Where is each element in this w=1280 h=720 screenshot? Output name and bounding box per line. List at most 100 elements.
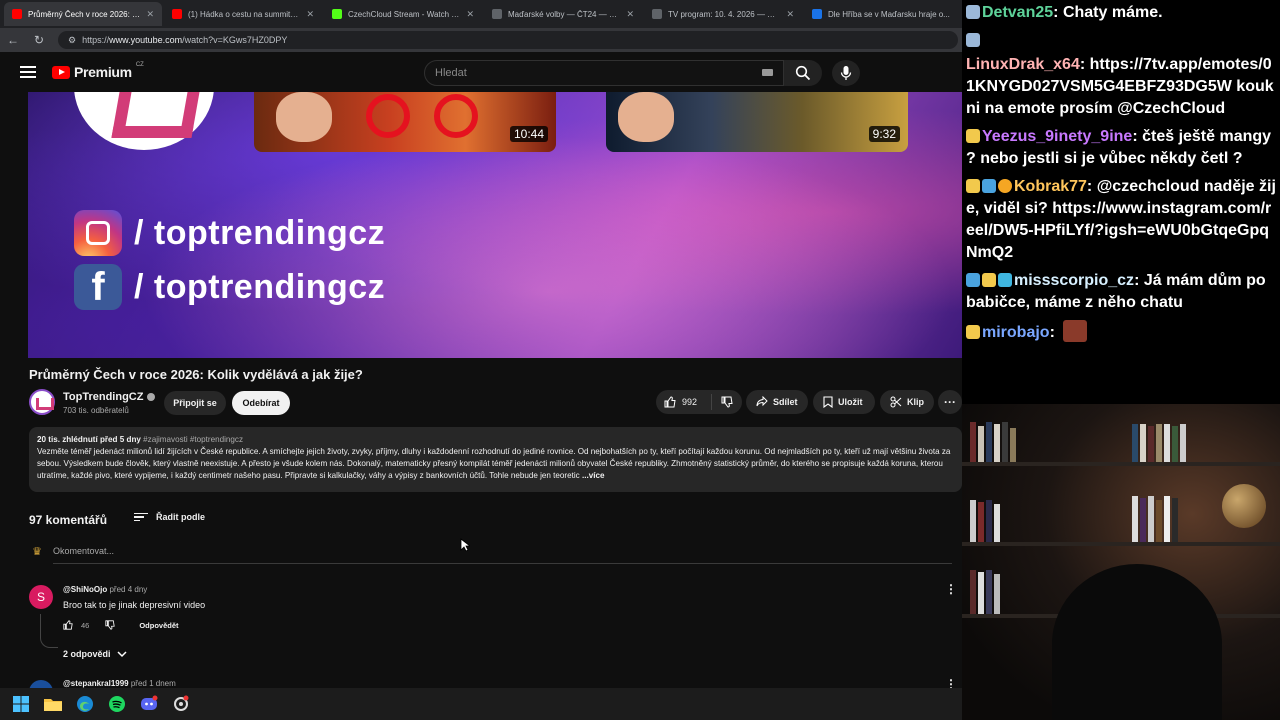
channel-logo-image xyxy=(74,92,214,150)
thumbs-up-icon xyxy=(664,396,676,408)
chat-badge-icon xyxy=(966,325,980,339)
browser-tab-3[interactable]: CzechCloud Stream - Watch Live on Kick ✕ xyxy=(324,2,482,26)
more-actions-button[interactable]: ··· xyxy=(938,390,962,414)
hashtags[interactable]: #zajimavosti #toptrendingcz xyxy=(143,435,243,444)
video-duration: 9:32 xyxy=(868,126,900,142)
close-tab-icon[interactable]: ✕ xyxy=(786,9,794,20)
channel-avatar[interactable] xyxy=(29,389,55,415)
url-field[interactable]: ⚙ https://www.youtube.com/watch?v=KGws7H… xyxy=(58,31,958,49)
subscribe-button[interactable]: Odebírat xyxy=(232,391,290,415)
back-arrow-icon[interactable]: ← xyxy=(6,33,20,47)
description-text: Vezměte téměř jedenáct milionů lidí žijí… xyxy=(37,447,951,480)
comment-like-count: 46 xyxy=(81,620,90,630)
join-button[interactable]: Připojit se xyxy=(164,391,226,415)
chat-message: Yeezus_9inety_9ine: čteš ještě mangy ? n… xyxy=(966,128,1272,167)
browser-tab-2[interactable]: (1) Hádka o cestu na summit NATO ✕ xyxy=(164,2,322,26)
tab-title: (1) Hádka o cestu na summit NATO xyxy=(188,9,300,19)
chat-badge-icon xyxy=(966,5,980,19)
suggested-video-thumbnail-1[interactable]: 10:44 xyxy=(254,92,556,152)
youtube-play-icon xyxy=(52,65,70,79)
sort-comments-button[interactable]: Řadit podle xyxy=(134,512,205,522)
verified-check-icon xyxy=(147,393,156,401)
chat-message xyxy=(966,30,1276,52)
tab-title: Dle Hříba se v Maďarsku hraje o... xyxy=(828,9,950,19)
browser-tab-6[interactable]: Dle Hříba se v Maďarsku hraje o... xyxy=(804,2,962,26)
url-text: https://www.youtube.com/watch?v=KGws7HZ0… xyxy=(82,35,288,45)
description-meta: 20 tis. zhlédnutí před 5 dny #zajimavost… xyxy=(37,434,954,446)
search-button[interactable] xyxy=(784,60,822,86)
instagram-link[interactable]: / toptrendingcz xyxy=(74,210,385,256)
address-bar-row: ← ↻ ⚙ https://www.youtube.com/watch?v=KG… xyxy=(0,28,962,52)
sort-icon xyxy=(134,512,148,522)
comment-author[interactable]: @stepankral1999 před 1 dnem xyxy=(63,679,176,688)
comment-menu-icon[interactable]: ⋮ xyxy=(945,677,957,688)
reload-icon[interactable]: ↻ xyxy=(32,33,46,47)
comment-author-avatar[interactable]: S xyxy=(29,585,53,609)
user-avatar: ♛ xyxy=(32,546,42,558)
keyboard-icon[interactable] xyxy=(762,69,773,76)
dislike-button[interactable] xyxy=(712,396,742,408)
youtube-premium-logo[interactable]: Premium CZ xyxy=(52,62,144,80)
browser-window: Průměrný Čech v roce 2026: Kolik vyděláv… xyxy=(0,0,962,688)
close-tab-icon[interactable]: ✕ xyxy=(146,9,154,20)
microphone-icon xyxy=(840,66,852,80)
share-arrow-icon xyxy=(756,396,768,407)
comment-author[interactable]: @ShiNoOjo před 4 dny xyxy=(63,585,147,594)
browser-tab-5[interactable]: TV program: 10. 4. 2026 — Česká televize… xyxy=(644,2,802,26)
suggested-video-thumbnail-2[interactable]: 9:32 xyxy=(606,92,908,152)
chat-message: mirobajo: xyxy=(966,320,1276,344)
comment-menu-icon[interactable]: ⋮ xyxy=(945,582,957,596)
scissors-icon xyxy=(890,396,902,408)
chat-badge-icon xyxy=(966,33,980,47)
facebook-link[interactable]: f / toptrendingcz xyxy=(74,264,385,310)
add-comment-input[interactable]: Okomentovat... xyxy=(53,546,952,564)
windows-taskbar xyxy=(0,688,962,720)
voice-search-button[interactable] xyxy=(832,60,860,86)
edge-browser-icon[interactable] xyxy=(74,693,96,715)
chat-badge-icon xyxy=(998,273,1012,287)
like-dislike-group: 992 xyxy=(656,390,742,414)
thumbs-down-icon xyxy=(721,396,733,408)
tab-title: Maďarské volby — ČT24 — Česká televize xyxy=(508,9,620,19)
discord-icon[interactable] xyxy=(138,693,160,715)
description-box[interactable]: 20 tis. zhlédnutí před 5 dny #zajimavost… xyxy=(29,427,962,492)
thumbs-up-icon[interactable] xyxy=(63,620,73,630)
comment-author-avatar[interactable] xyxy=(29,680,53,688)
like-button[interactable]: 992 xyxy=(656,394,712,410)
chat-message: Detvan25: Chaty máme. xyxy=(966,2,1276,24)
news-favicon-icon xyxy=(812,9,822,19)
spotify-icon[interactable] xyxy=(106,693,128,715)
search-icon xyxy=(795,65,811,81)
tab-title: CzechCloud Stream - Watch Live on Kick xyxy=(348,9,460,19)
windows-start-icon[interactable] xyxy=(10,693,32,715)
reply-button[interactable]: Odpovědět xyxy=(139,621,178,630)
show-more-link[interactable]: ...více xyxy=(582,471,605,480)
youtube-favicon-icon xyxy=(12,9,22,19)
crown-badge-icon xyxy=(966,179,980,193)
site-info-icon[interactable]: ⚙ xyxy=(68,35,76,46)
thumbs-down-icon[interactable] xyxy=(105,620,115,630)
channel-name[interactable]: TopTrendingCZ xyxy=(63,391,156,403)
browser-tab-1[interactable]: Průměrný Čech v roce 2026: Kolik vyděláv… xyxy=(4,2,162,26)
youtube-header: Premium CZ Hledat xyxy=(0,52,962,92)
save-button[interactable]: Uložit xyxy=(813,390,875,414)
kick-favicon-icon xyxy=(332,9,342,19)
search-input[interactable]: Hledat xyxy=(424,60,784,86)
views-and-date: 20 tis. zhlédnutí před 5 dny xyxy=(37,435,141,444)
tab-title: Průměrný Čech v roce 2026: Kolik vyděláv… xyxy=(28,9,140,19)
share-button[interactable]: Sdílet xyxy=(746,390,808,414)
file-explorer-icon[interactable] xyxy=(42,693,64,715)
ct-favicon-icon xyxy=(652,9,662,19)
clip-button[interactable]: Klip xyxy=(880,390,934,414)
close-tab-icon[interactable]: ✕ xyxy=(306,9,314,20)
show-replies-button[interactable]: 2 odpovědi xyxy=(63,649,127,659)
browser-tab-4[interactable]: Maďarské volby — ČT24 — Česká televize ✕ xyxy=(484,2,642,26)
subscriber-count: 703 tis. odběratelů xyxy=(63,406,129,415)
settings-app-icon[interactable] xyxy=(170,693,192,715)
comment-text: Broo tak to je jinak depresivní video xyxy=(63,600,206,610)
close-tab-icon[interactable]: ✕ xyxy=(466,9,474,20)
menu-icon[interactable] xyxy=(20,66,36,78)
video-end-screen[interactable]: 10:44 9:32 / toptrendingcz f / toptrendi… xyxy=(28,92,962,358)
close-tab-icon[interactable]: ✕ xyxy=(626,9,634,20)
like-count: 992 xyxy=(682,397,698,407)
